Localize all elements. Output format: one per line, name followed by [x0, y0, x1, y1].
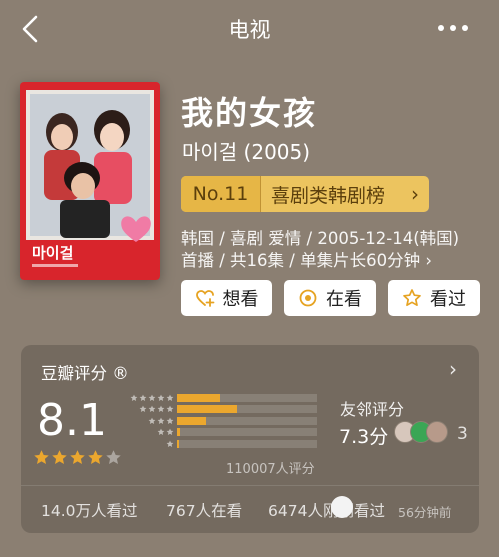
- watching-count: 767人在看: [166, 502, 243, 520]
- star-outline-icon: [403, 289, 421, 307]
- watched-count: 14.0万人看过: [41, 502, 138, 520]
- avatar: [331, 496, 353, 518]
- want-to-watch-button[interactable]: 想看: [181, 280, 272, 316]
- watched-button[interactable]: 看过: [388, 280, 480, 316]
- rank-label: 喜剧类韩剧榜: [271, 184, 386, 207]
- avatar: [426, 421, 448, 443]
- star-icon: [139, 405, 147, 413]
- rating-card[interactable]: 豆瓣评分 ® › 8.1 110007人评分 友邻评分 7.3分 3 14.0万…: [21, 345, 479, 533]
- rating-distribution: [121, 392, 331, 450]
- distribution-stars: [121, 405, 177, 413]
- recent-watched-count: 6474人刚刚看过: [268, 502, 385, 520]
- distribution-row-2-star: [121, 427, 331, 438]
- distribution-track: [177, 439, 317, 448]
- star-icon: [34, 450, 49, 464]
- star-icon: [157, 405, 165, 413]
- distribution-row-1-star: [121, 438, 331, 449]
- want-label: 想看: [222, 289, 259, 310]
- distribution-row-3-star: [121, 415, 331, 426]
- updated-time: 56分钟前: [398, 505, 452, 520]
- star-icon: [88, 450, 103, 464]
- top-bar: 电视: [0, 0, 499, 58]
- more-dots-icon: [438, 25, 468, 31]
- movie-title: 我的女孩: [181, 94, 318, 132]
- distribution-track: [177, 393, 317, 402]
- rating-title: 豆瓣评分 ®: [41, 364, 129, 383]
- distribution-bar: [177, 439, 180, 448]
- star-icon: [52, 450, 67, 464]
- distribution-row-4-star: [121, 404, 331, 415]
- poster-image[interactable]: 마이걸: [20, 82, 160, 280]
- distribution-bar: [177, 428, 180, 436]
- divider: [21, 485, 479, 486]
- rating-stars: [33, 449, 122, 466]
- target-circle-icon: [299, 289, 317, 307]
- star-icon: [166, 394, 174, 401]
- rank-badge[interactable]: No.11 喜剧类韩剧榜 ›: [181, 176, 429, 212]
- meta-info-line-1: 韩国 / 喜剧 爱情 / 2005-12-14(韩国): [181, 229, 460, 248]
- star-icon: [148, 417, 156, 424]
- rating-score: 8.1: [37, 395, 107, 446]
- star-icon: [148, 405, 156, 413]
- page-title: 电视: [228, 18, 271, 42]
- friend-avatars[interactable]: [394, 421, 448, 443]
- star-icon: [70, 450, 85, 464]
- chevron-right-icon[interactable]: ›: [449, 357, 457, 381]
- star-icon: [157, 417, 165, 424]
- distribution-track: [177, 405, 317, 413]
- star-icon: [157, 394, 165, 401]
- distribution-stars: [121, 440, 177, 448]
- distribution-track: [177, 428, 317, 436]
- distribution-track: [177, 416, 317, 425]
- rank-number: No.11: [181, 176, 261, 212]
- meta-info-line-2[interactable]: 首播 / 共16集 / 单集片长60分钟 ›: [181, 247, 432, 271]
- friend-rating-score: 7.3分: [339, 426, 389, 448]
- star-icon: [166, 428, 174, 436]
- watched-label: 看过: [430, 289, 466, 310]
- distribution-bar: [177, 416, 207, 425]
- poster-illustration: 마이걸: [20, 82, 160, 280]
- original-title-year: 마이걸 (2005): [182, 140, 311, 164]
- distribution-bar: [177, 405, 238, 413]
- star-icon: [139, 394, 147, 401]
- distribution-stars: [121, 417, 177, 425]
- rating-count: 110007人评分: [226, 462, 315, 477]
- friend-count: 3: [457, 424, 468, 444]
- watching-button[interactable]: 在看: [284, 280, 376, 316]
- distribution-bar: [177, 393, 221, 402]
- star-icon: [166, 405, 174, 413]
- distribution-row-5-star: [121, 392, 331, 403]
- star-icon: [106, 450, 121, 464]
- distribution-stars: [121, 394, 177, 402]
- poster-logo: 마이걸: [32, 244, 73, 262]
- star-icon: [148, 394, 156, 401]
- heart-plus-icon: [195, 290, 214, 307]
- star-icon: [166, 417, 174, 424]
- watching-label: 在看: [326, 289, 362, 310]
- friend-rating-title: 友邻评分: [340, 400, 405, 419]
- distribution-stars: [121, 428, 177, 436]
- star-icon: [166, 440, 174, 447]
- star-icon: [157, 428, 165, 436]
- more-button[interactable]: [435, 18, 475, 38]
- star-icon: [130, 394, 138, 401]
- chevron-right-icon: ›: [411, 182, 419, 206]
